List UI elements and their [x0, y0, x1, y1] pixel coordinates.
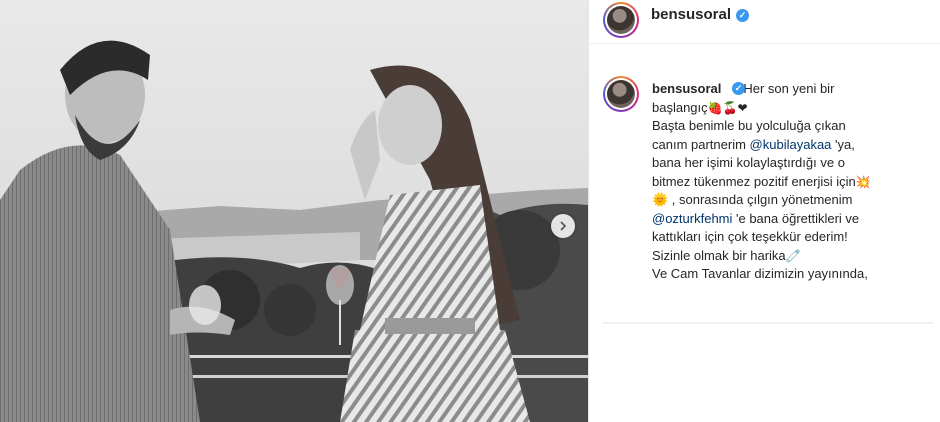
- next-photo-button[interactable]: [551, 214, 575, 238]
- post-header: bensusoral ✓: [589, 0, 940, 44]
- caption-line: Ve Cam Tavanlar dizimizin yayınında,: [652, 266, 868, 281]
- header-username[interactable]: bensusoral: [651, 6, 731, 23]
- caption-username[interactable]: bensusoral: [652, 81, 721, 96]
- post-photo: [0, 0, 588, 422]
- avatar[interactable]: [603, 76, 639, 112]
- caption-line: kattıkları için çok teşekkür ederim!: [652, 229, 848, 244]
- verified-badge-icon: ✓: [732, 82, 745, 95]
- caption-line: bana her işimi kolaylaştırdığı ve o: [652, 155, 845, 170]
- mention-link[interactable]: @ozturkfehmi: [652, 211, 732, 226]
- caption-line: Sizinle olmak bir harika🧷: [652, 247, 801, 263]
- caption-line: bitmez tükenmez pozitif enerjisi için💥: [652, 173, 871, 189]
- post-sidebar: bensusoral ✓ bensusoral Her son yeni bir …: [588, 0, 940, 422]
- caption-line: bensusoral Her son yeni bir: [652, 81, 835, 96]
- caption-line: canım partnerim @kubilayakaa 'ya,: [652, 136, 855, 152]
- mention-link[interactable]: @kubilayakaa: [750, 137, 832, 152]
- caption-text: bensusoral Her son yeni bir başlangıç🍓🍒❤ …: [652, 80, 937, 284]
- caption-line: @ozturkfehmi 'e bana öğrettikleri ve: [652, 210, 860, 226]
- chevron-right-icon: [560, 221, 567, 231]
- caption-line: Başta benimle bu yolculuğa çıkan: [652, 118, 846, 133]
- photo-illustration: [0, 0, 588, 422]
- emoji-strawberry-cherry-heart: 🍓🍒❤: [707, 100, 748, 115]
- caption-divider: [603, 322, 933, 324]
- avatar[interactable]: [603, 2, 639, 38]
- emoji-collision: 💥: [855, 174, 871, 189]
- instagram-post: bensusoral ✓ bensusoral Her son yeni bir …: [0, 0, 940, 422]
- caption-line: başlangıç🍓🍒❤: [652, 99, 748, 115]
- verified-badge-icon: ✓: [736, 9, 749, 22]
- caption-line: 🌞 , sonrasında çılgın yönetmenim: [652, 192, 853, 207]
- emoji-pin: 🧷: [785, 248, 801, 263]
